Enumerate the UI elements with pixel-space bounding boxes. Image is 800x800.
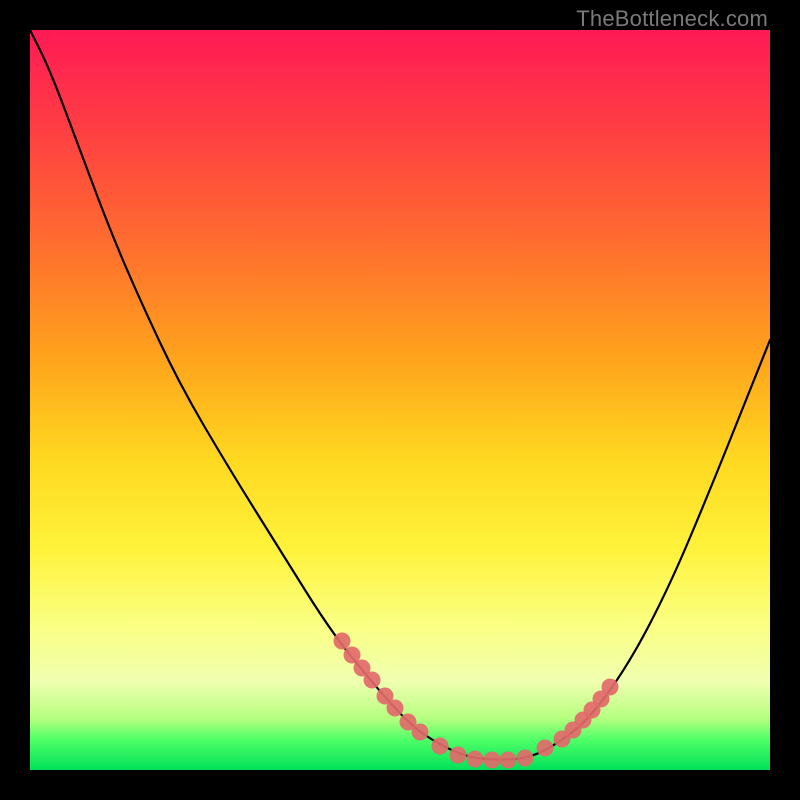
chart-svg <box>30 30 770 770</box>
marker-dot <box>334 633 351 650</box>
watermark-text: TheBottleneck.com <box>576 6 768 32</box>
marker-dot <box>450 747 467 764</box>
marker-dot <box>537 740 554 757</box>
marker-dot <box>364 672 381 689</box>
highlighted-points <box>334 633 619 769</box>
marker-dot <box>500 752 517 769</box>
marker-dot <box>387 700 404 717</box>
chart-frame: TheBottleneck.com <box>0 0 800 800</box>
marker-dot <box>484 752 501 769</box>
marker-dot <box>412 724 429 741</box>
marker-dot <box>602 679 619 696</box>
marker-dot <box>467 751 484 768</box>
plot-area <box>30 30 770 770</box>
marker-dot <box>432 738 449 755</box>
bottleneck-curve <box>30 30 770 760</box>
marker-dot <box>517 750 534 767</box>
